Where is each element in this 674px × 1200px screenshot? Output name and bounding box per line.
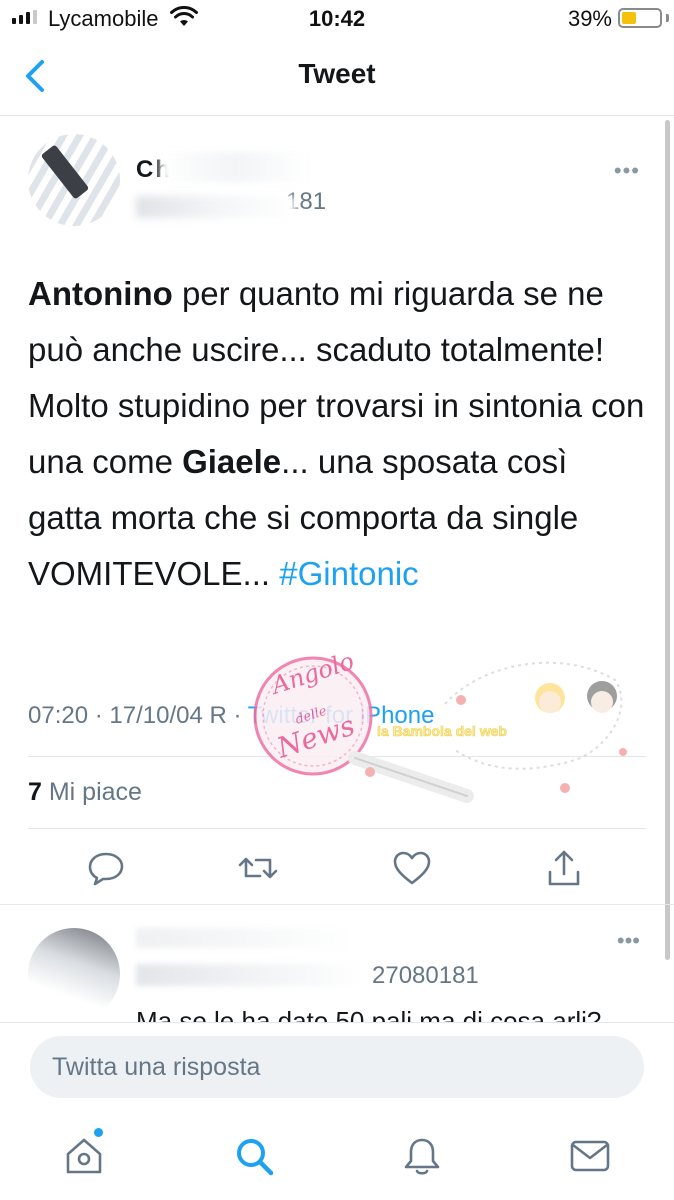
page-title: Tweet: [298, 58, 376, 89]
reply-text[interactable]: Ma se le ha dato 50 pali ma di cosa arli…: [136, 1004, 656, 1022]
battery-nub: [666, 14, 669, 22]
mention-antonino: Antonino: [28, 275, 173, 312]
mention-giaele: Giaele: [182, 443, 282, 480]
hashtag-link[interactable]: #Gintonic: [279, 555, 418, 592]
tweet-meta: 07:20 · 17/10/04 R · Twitter for iPhone: [28, 702, 434, 730]
redaction-blur: [136, 196, 296, 218]
likes-number: 7: [28, 778, 42, 806]
nav-bar: Tweet: [0, 40, 674, 116]
search-icon[interactable]: [232, 1134, 276, 1178]
divider: [28, 828, 646, 829]
reply-icon[interactable]: [84, 846, 128, 890]
scrollbar[interactable]: [665, 120, 670, 960]
status-bar: Lycamobile 10:42 39%: [0, 0, 674, 40]
messages-icon[interactable]: [568, 1134, 612, 1178]
home-icon[interactable]: [62, 1134, 106, 1178]
redaction-blur: [160, 152, 310, 182]
section-separator: [0, 904, 674, 905]
notification-dot: [94, 1128, 103, 1137]
avatar-graphic: [40, 144, 90, 200]
reply-input[interactable]: Twitta una risposta: [30, 1036, 644, 1098]
battery-percent: 39%: [567, 6, 612, 31]
battery-fill: [622, 12, 636, 24]
tweet-timestamp: 07:20 · 17/10/04 R ·: [28, 702, 242, 729]
redaction-blur: [136, 928, 356, 948]
source-link[interactable]: Twitter for iPhone: [248, 702, 435, 729]
divider: [28, 756, 646, 757]
svg-text:Angolo: Angolo: [266, 647, 357, 700]
battery-icon: [618, 8, 662, 28]
notifications-icon[interactable]: [400, 1134, 444, 1178]
tweet-text: Antonino per quanto mi riguarda se ne pu…: [28, 266, 648, 602]
retweet-icon[interactable]: [236, 846, 280, 890]
redaction-blur: [136, 964, 366, 986]
share-icon[interactable]: [542, 846, 586, 890]
author-avatar[interactable]: [28, 134, 120, 226]
likes-label: Mi piace: [48, 778, 142, 806]
likes-count[interactable]: 7 Mi piace: [28, 778, 142, 807]
more-horizontal-icon[interactable]: •••: [617, 928, 640, 954]
more-horizontal-icon[interactable]: •••: [614, 158, 640, 184]
reply-avatar[interactable]: [28, 928, 120, 1020]
like-icon[interactable]: [390, 846, 434, 890]
